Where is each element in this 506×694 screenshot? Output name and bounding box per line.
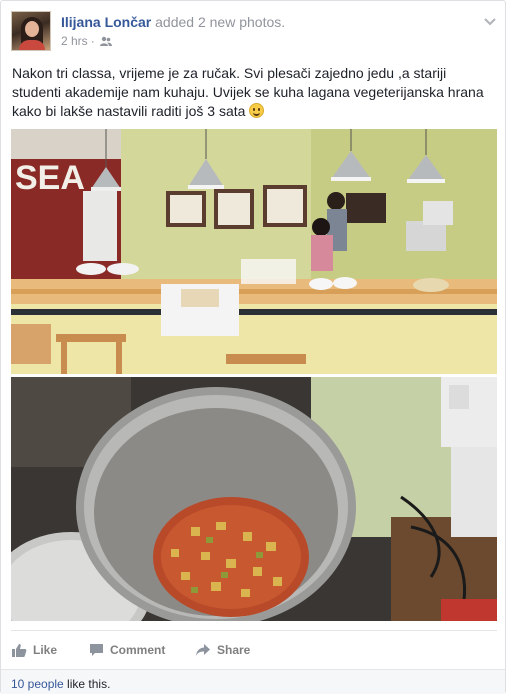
share-button[interactable]: Share [195,637,250,663]
likes-footer: 10 people like this. [1,669,505,694]
likes-suffix: like this. [63,677,111,691]
likes-count-link[interactable]: 10 people [11,677,64,691]
post-timestamp[interactable]: 2 hrs [61,34,88,48]
thumbs-up-icon [12,643,27,657]
kitchen-photo[interactable]: SEA [11,129,497,374]
post-text-body: Nakon tri classa, vrijeme je za ručak. S… [12,65,484,119]
divider [11,630,497,631]
friends-icon[interactable] [99,35,112,51]
author-name[interactable]: Ilijana Lončar [61,14,151,30]
chevron-down-icon[interactable] [483,15,497,27]
cooking-pot-photo[interactable] [11,377,497,621]
post-headline: Ilijana Lončar added 2 new photos. [61,13,285,31]
share-icon [196,644,210,656]
likes-summary: 10 people like this. [11,677,110,691]
comment-icon [90,644,103,656]
comment-button[interactable]: Comment [89,637,165,663]
post-text: Nakon tri classa, vrijeme je za ručak. S… [12,64,496,121]
post-actions: Like Comment Share [11,637,497,663]
post-header: Ilijana Lončar added 2 new photos. 2 hrs… [11,11,497,51]
like-label: Like [33,643,58,657]
share-label: Share [217,643,251,657]
post-meta: 2 hrs · [61,33,112,51]
facebook-post: Ilijana Lončar added 2 new photos. 2 hrs… [0,0,506,694]
comment-label: Comment [110,643,166,657]
wall-sign-text: SEA [15,159,85,197]
avatar[interactable] [11,11,51,51]
smile-emoji-icon [249,103,265,118]
like-button[interactable]: Like [11,637,57,663]
post-action-text: added 2 new photos. [155,14,286,30]
